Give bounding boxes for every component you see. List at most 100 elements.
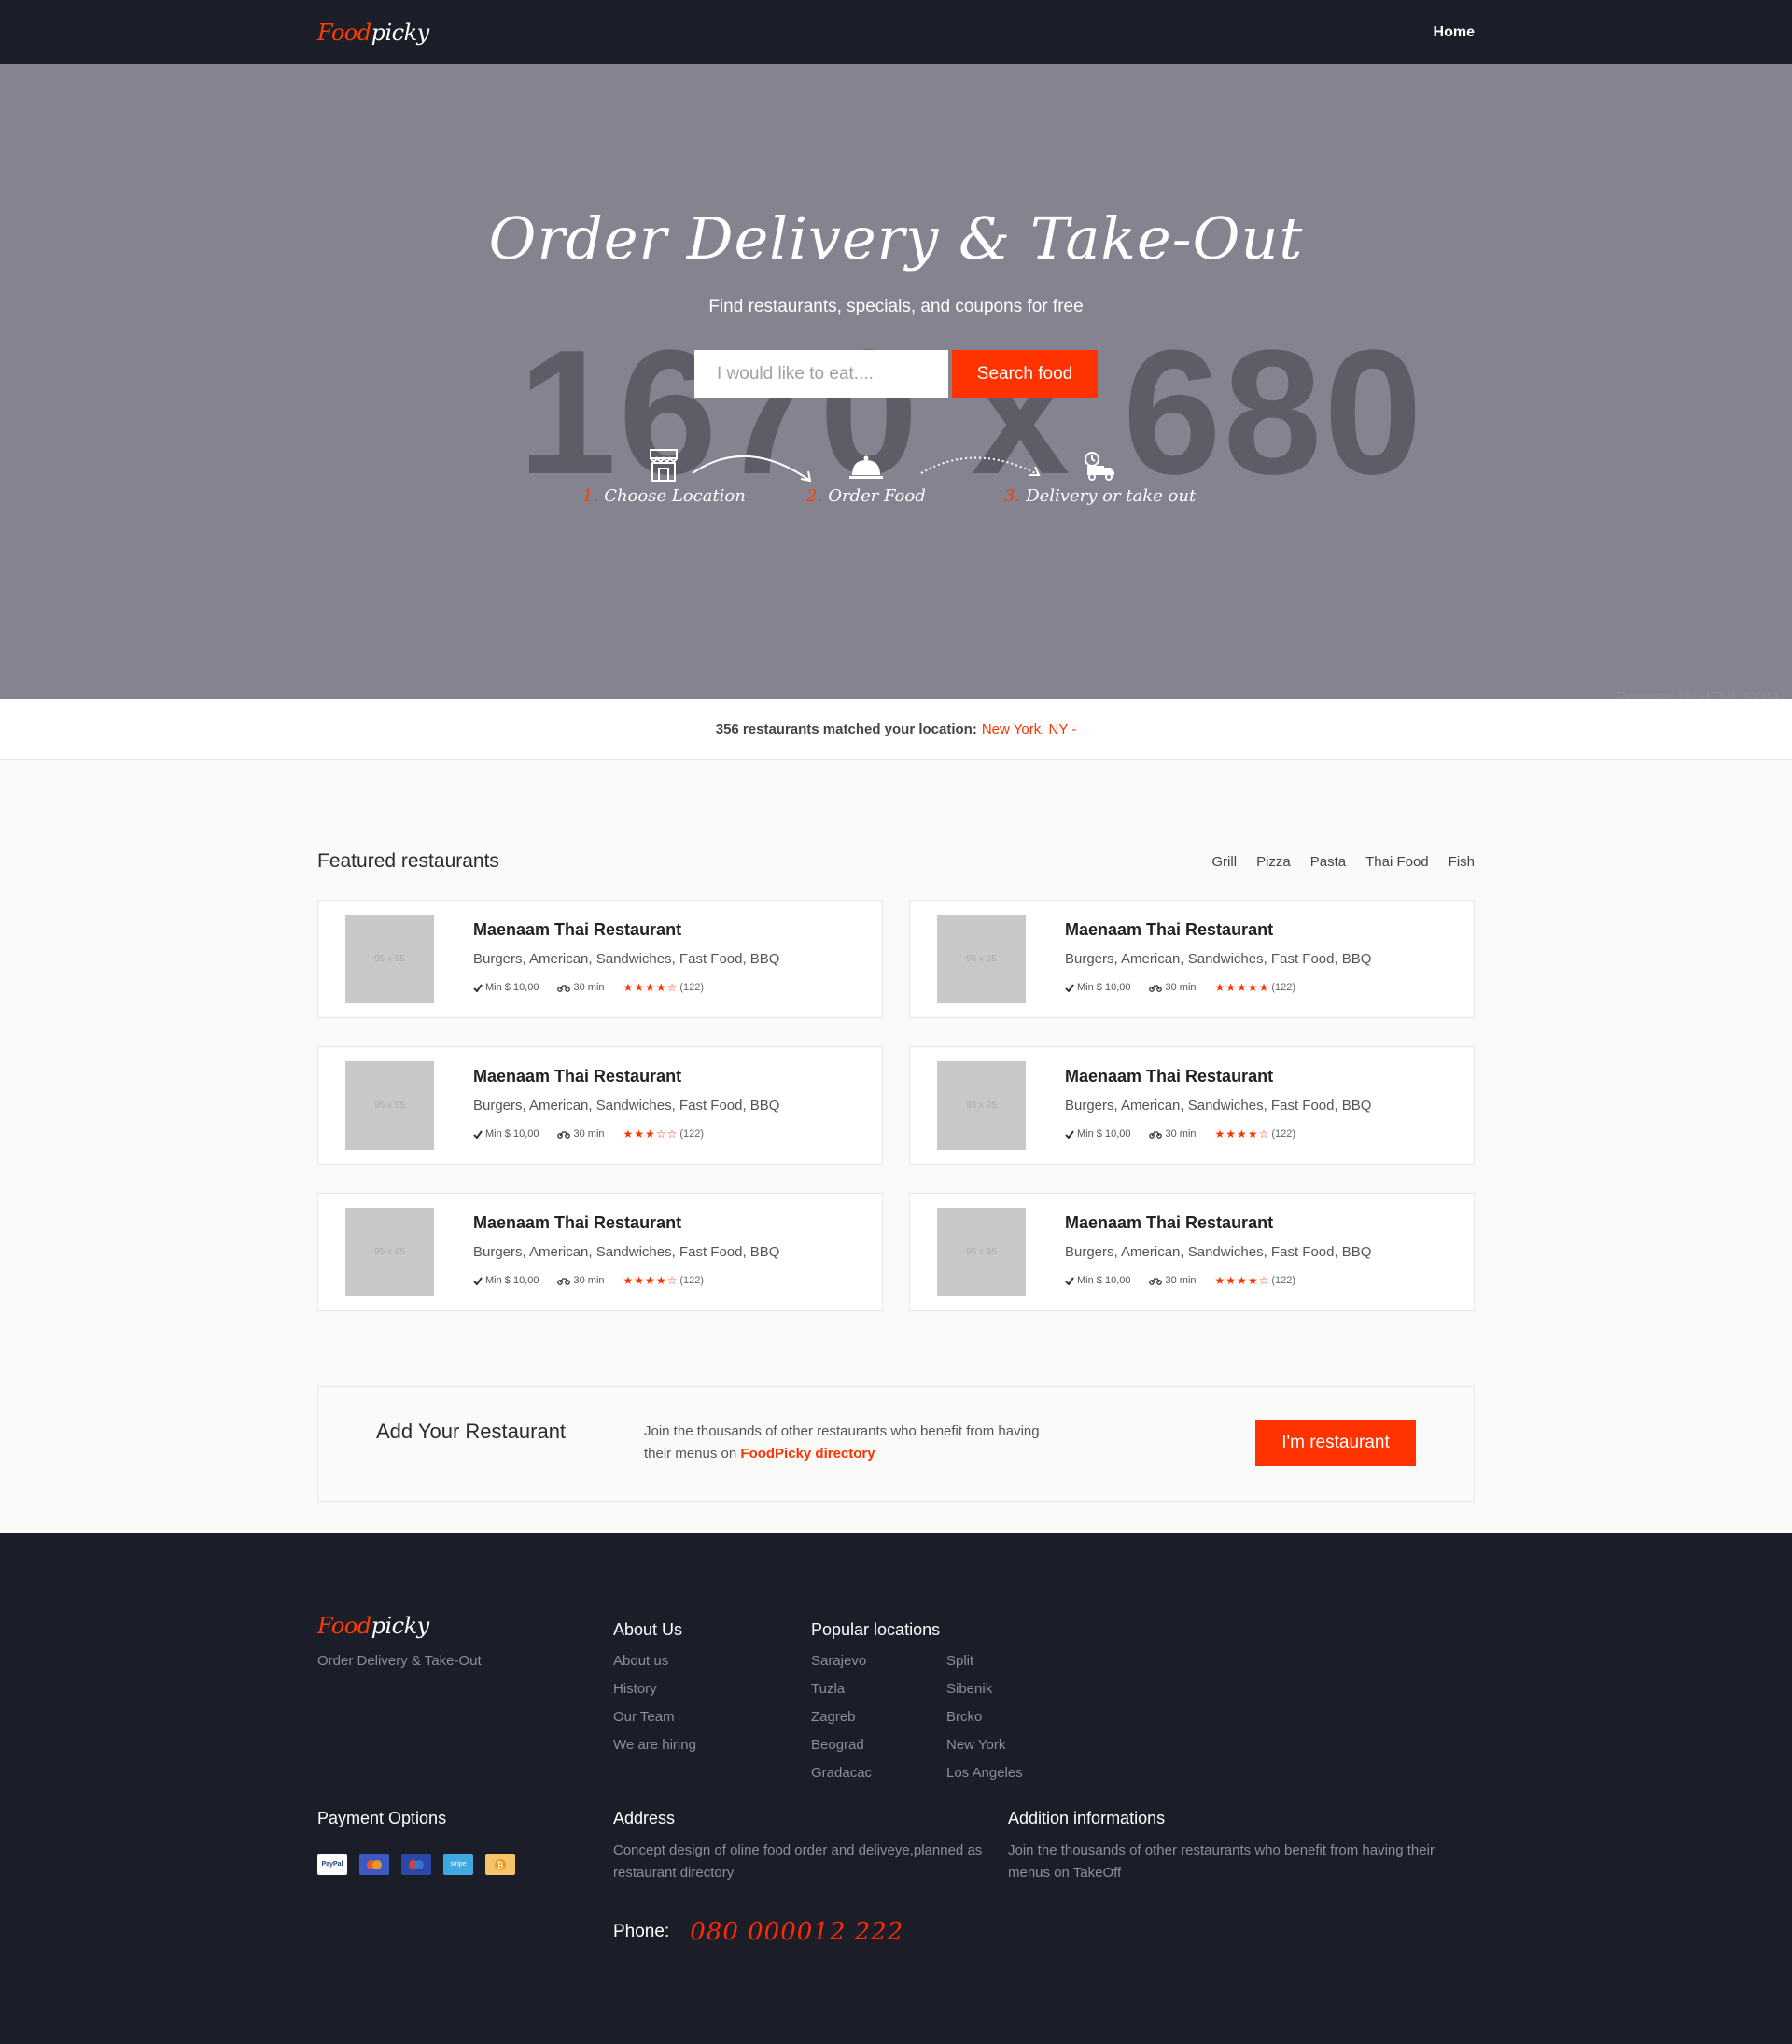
restaurant-card[interactable]: 95 x 95 Maenaam Thai Restaurant Burgers,… xyxy=(909,900,1475,1018)
review-count: (122) xyxy=(1271,1275,1296,1286)
restaurant-meta: Min $ 10,00 30 min ★ ★ ★ ★ ☆ (122) xyxy=(1065,1127,1295,1141)
restaurant-cuisines: Burgers, American, Sandwiches, Fast Food… xyxy=(1065,951,1372,967)
location-link[interactable]: Brcko xyxy=(946,1703,1023,1731)
footer-link-our-team[interactable]: Our Team xyxy=(613,1703,696,1731)
star-filled-icon: ★ xyxy=(655,1274,667,1287)
rating-stars: ★ ★ ★ ☆ ☆ (122) xyxy=(623,1127,705,1141)
restaurant-grid: 95 x 95 Maenaam Thai Restaurant Burgers,… xyxy=(317,900,1475,1311)
filter-pasta[interactable]: Pasta xyxy=(1310,854,1346,870)
star-empty-icon: ☆ xyxy=(666,981,679,994)
logo-part-2: picky xyxy=(371,19,430,46)
check-icon xyxy=(473,1276,483,1285)
logo[interactable]: Foodpicky xyxy=(317,20,429,46)
restaurant-card[interactable]: 95 x 95 Maenaam Thai Restaurant Burgers,… xyxy=(317,900,883,1018)
location-city-link[interactable]: New York, NY - xyxy=(982,721,1076,737)
footer-logo[interactable]: Foodpicky xyxy=(317,1613,482,1639)
restaurant-thumbnail[interactable]: 95 x 95 xyxy=(345,1061,434,1150)
filter-thai-food[interactable]: Thai Food xyxy=(1365,854,1429,870)
location-link[interactable]: Sarajevo xyxy=(811,1647,946,1675)
foodpicky-directory-link[interactable]: FoodPicky directory xyxy=(740,1446,875,1462)
star-empty-icon: ☆ xyxy=(666,1274,679,1287)
location-link[interactable]: Gradacac xyxy=(811,1759,946,1787)
restaurant-cuisines: Burgers, American, Sandwiches, Fast Food… xyxy=(473,951,780,967)
footer-link-history[interactable]: History xyxy=(613,1675,696,1703)
check-icon xyxy=(1065,983,1074,992)
filter-fish[interactable]: Fish xyxy=(1449,854,1475,870)
min-order: Min $ 10,00 xyxy=(1065,1275,1130,1286)
paypal-icon: PayPal xyxy=(317,1854,347,1875)
location-link[interactable]: Beograd xyxy=(811,1731,946,1759)
search-food-button[interactable]: Search food xyxy=(952,350,1098,398)
restaurant-name[interactable]: Maenaam Thai Restaurant xyxy=(473,920,681,940)
restaurant-card[interactable]: 95 x 95 Maenaam Thai Restaurant Burgers,… xyxy=(317,1193,883,1311)
star-filled-icon: ★ xyxy=(645,1127,656,1141)
restaurant-thumbnail[interactable]: 95 x 95 xyxy=(345,1208,434,1296)
star-empty-icon: ☆ xyxy=(655,1127,667,1141)
maestro-icon xyxy=(401,1854,431,1875)
step-number: 3. xyxy=(1004,486,1021,506)
about-title: About Us xyxy=(613,1620,683,1639)
location-link[interactable]: Los Angeles xyxy=(946,1759,1023,1787)
min-order-value: Min $ 10,00 xyxy=(485,1275,539,1286)
im-restaurant-button[interactable]: I'm restaurant xyxy=(1255,1420,1416,1466)
restaurant-meta: Min $ 10,00 30 min ★ ★ ★ ★ ☆ (122) xyxy=(1065,1274,1295,1287)
footer: Foodpicky Order Delivery & Take-Out Abou… xyxy=(0,1533,1792,2044)
restaurant-name[interactable]: Maenaam Thai Restaurant xyxy=(1065,1213,1273,1233)
location-link[interactable]: Zagreb xyxy=(811,1703,946,1731)
star-filled-icon: ★ xyxy=(1237,1127,1248,1141)
review-count: (122) xyxy=(1271,1128,1296,1140)
delivery-time: 30 min xyxy=(557,1275,605,1286)
restaurant-thumbnail[interactable]: 95 x 95 xyxy=(937,1208,1026,1296)
location-bar: 356 restaurants matched your location: N… xyxy=(0,699,1792,760)
motorbike-icon xyxy=(557,984,571,992)
motorbike-icon xyxy=(557,1130,571,1139)
restaurant-card[interactable]: 95 x 95 Maenaam Thai Restaurant Burgers,… xyxy=(909,1193,1475,1311)
payment-label: PayPal xyxy=(321,1861,343,1868)
payment-title: Payment Options xyxy=(317,1809,447,1827)
location-link[interactable]: Sibenik xyxy=(946,1675,1023,1703)
powered-by-text: Powered by HTML.COM xyxy=(1616,690,1779,699)
star-filled-icon: ★ xyxy=(634,1127,646,1141)
restaurant-card[interactable]: 95 x 95 Maenaam Thai Restaurant Burgers,… xyxy=(909,1046,1475,1165)
address-column: Address Concept design of oline food ord… xyxy=(613,1809,996,1946)
bitcoin-icon: ₿ xyxy=(485,1854,515,1875)
restaurant-thumbnail[interactable]: 95 x 95 xyxy=(937,1061,1026,1150)
restaurant-name[interactable]: Maenaam Thai Restaurant xyxy=(1065,920,1273,940)
restaurant-cuisines: Burgers, American, Sandwiches, Fast Food… xyxy=(1065,1098,1372,1113)
filter-pizza[interactable]: Pizza xyxy=(1256,854,1291,870)
review-count: (122) xyxy=(1271,982,1296,993)
step-label: Delivery or take out xyxy=(1026,486,1197,506)
step-delivery: 3. Delivery or take out xyxy=(1004,447,1196,506)
delivery-time-value: 30 min xyxy=(573,982,605,993)
restaurant-name[interactable]: Maenaam Thai Restaurant xyxy=(473,1067,681,1086)
logo-part-1: Food xyxy=(317,1613,371,1639)
restaurant-meta: Min $ 10,00 30 min ★ ★ ★ ★ ★ (122) xyxy=(1065,981,1295,994)
restaurant-thumbnail[interactable]: 95 x 95 xyxy=(937,915,1026,1003)
store-icon xyxy=(650,449,679,482)
star-filled-icon: ★ xyxy=(1247,981,1259,994)
nav-home-link[interactable]: Home xyxy=(1434,24,1475,41)
location-link[interactable]: Split xyxy=(946,1647,1023,1675)
motorbike-icon xyxy=(1149,984,1163,992)
delivery-time: 30 min xyxy=(1149,1128,1197,1140)
restaurant-name[interactable]: Maenaam Thai Restaurant xyxy=(1065,1067,1273,1086)
location-link[interactable]: Tuzla xyxy=(811,1675,946,1703)
locations-title: Popular locations xyxy=(811,1620,941,1639)
phone-number[interactable]: 080 000012 222 xyxy=(690,1918,903,1946)
footer-link-about-us[interactable]: About us xyxy=(613,1647,696,1675)
min-order-value: Min $ 10,00 xyxy=(1077,982,1131,993)
cuisine-filters: Grill Pizza Pasta Thai Food Fish xyxy=(1211,854,1475,870)
star-filled-icon: ★ xyxy=(623,1127,635,1141)
footer-link-hiring[interactable]: We are hiring xyxy=(613,1731,696,1759)
star-empty-icon: ☆ xyxy=(1258,1274,1270,1287)
location-link[interactable]: New York xyxy=(946,1731,1023,1759)
min-order: Min $ 10,00 xyxy=(473,1275,539,1286)
restaurant-name[interactable]: Maenaam Thai Restaurant xyxy=(473,1213,681,1233)
delivery-time-value: 30 min xyxy=(1165,1275,1197,1286)
restaurant-thumbnail[interactable]: 95 x 95 xyxy=(345,915,434,1003)
star-filled-icon: ★ xyxy=(1214,1127,1226,1141)
filter-grill[interactable]: Grill xyxy=(1211,854,1237,870)
restaurant-card[interactable]: 95 x 95 Maenaam Thai Restaurant Burgers,… xyxy=(317,1046,883,1165)
search-input[interactable] xyxy=(694,350,948,398)
step-number: 2. xyxy=(806,486,823,506)
